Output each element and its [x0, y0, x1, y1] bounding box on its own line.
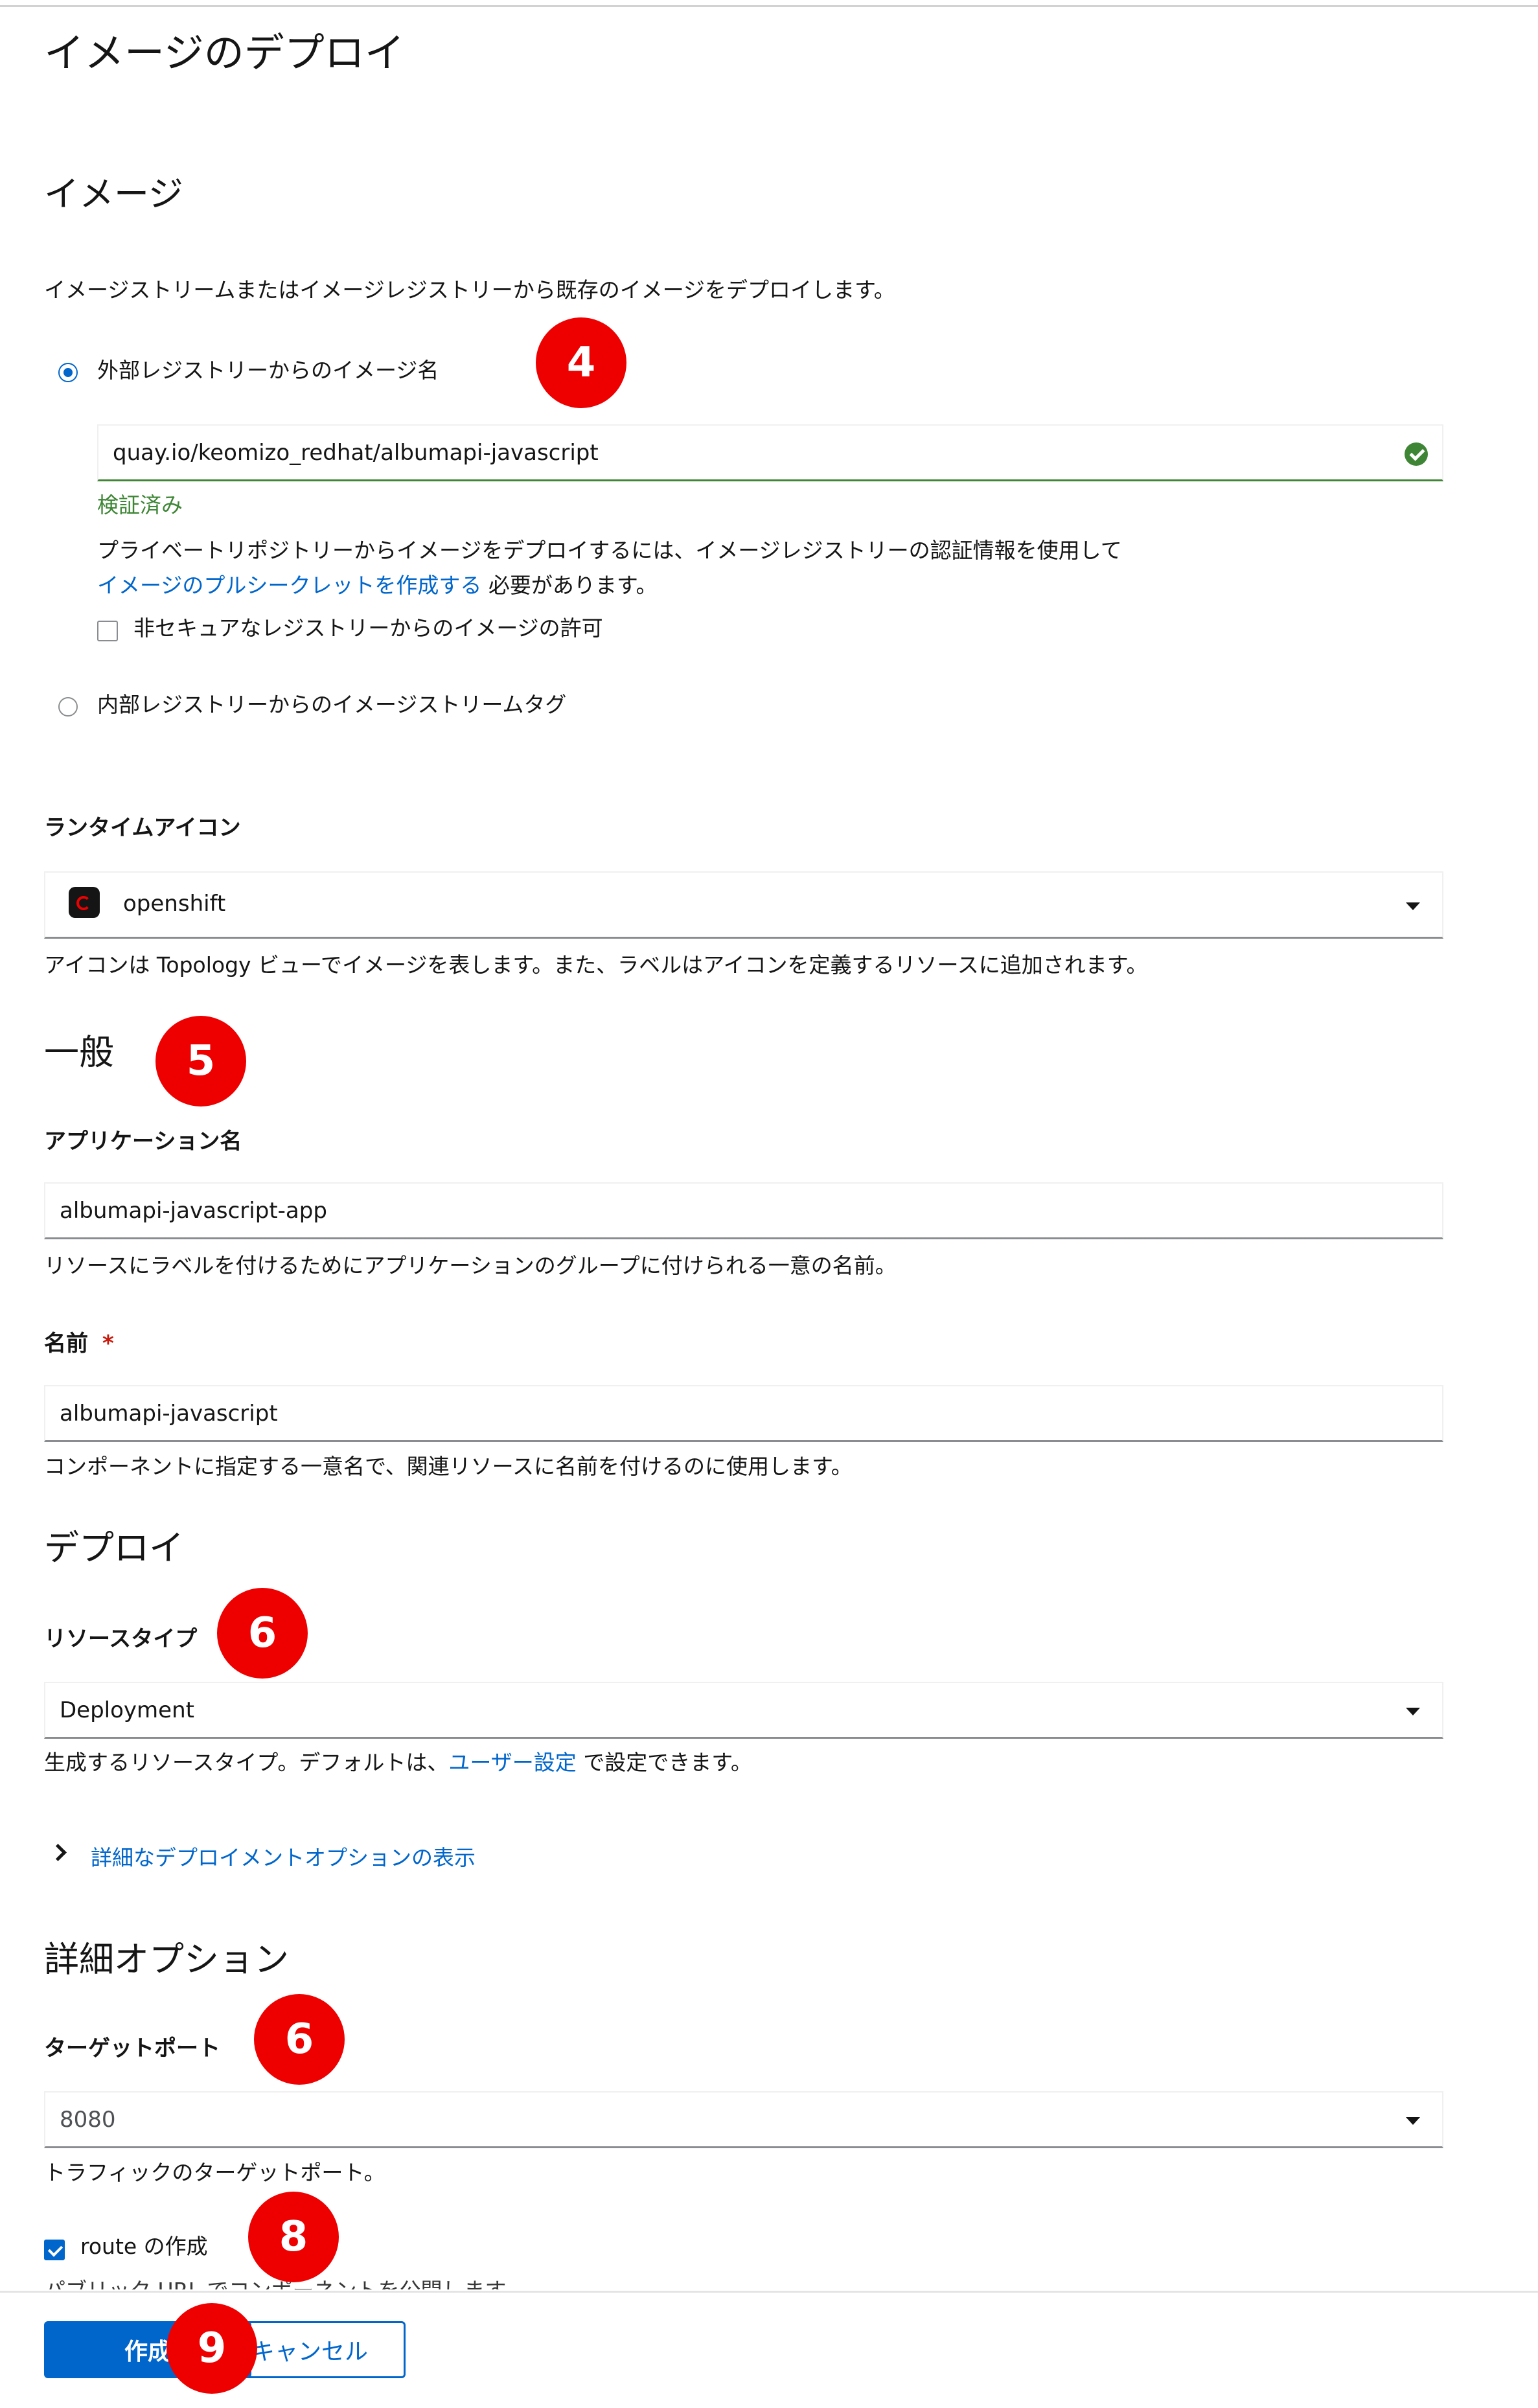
general-section-title: 一般 [44, 1032, 114, 1073]
resource-type-label: リソースタイプ [44, 1626, 198, 1652]
target-port-helper: トラフィックのターゲットポート。 [44, 2160, 385, 2185]
validated-text: 検証済み [97, 492, 183, 518]
internal-registry-radio[interactable] [58, 697, 78, 717]
chevron-right-icon[interactable] [49, 1844, 67, 1861]
external-registry-radio-label[interactable]: 外部レジストリーからのイメージ名 [97, 355, 439, 386]
callout-badge-6: 6 [217, 1588, 308, 1679]
pull-secret-help: プライベートリポジトリーからイメージをデプロイするには、イメージレジストリーの認… [97, 538, 1122, 563]
callout-badge-5: 5 [155, 1016, 246, 1107]
advanced-section-title: 詳細オプション [44, 1939, 289, 1980]
image-name-value: quay.io/keomizo_redhat/albumapi-javascri… [113, 440, 599, 466]
app-name-helper: リソースにラベルを付けるためにアプリケーションのグループに付けられる一意の名前。 [44, 1253, 897, 1278]
target-port-label: ターゲットポート [44, 2035, 220, 2061]
target-port-select[interactable]: 8080 [44, 2091, 1443, 2148]
create-pull-secret-link[interactable]: イメージのプルシークレットを作成する [97, 573, 481, 598]
runtime-icon-select[interactable]: openshift [44, 871, 1443, 939]
runtime-icon-value: openshift [123, 891, 226, 917]
runtime-icon-helper: アイコンは Topology ビューでイメージを表します。また、ラベルはアイコン… [44, 952, 1148, 978]
resource-type-select[interactable]: Deployment [44, 1682, 1443, 1739]
callout-badge-8: 8 [248, 2192, 339, 2282]
callout-badge-6b: 6 [254, 1994, 345, 2085]
resource-type-helper-text: 生成するリソースタイプ。デフォルトは、 [44, 1750, 449, 1775]
name-label-text: 名前 [44, 1331, 88, 1357]
resource-type-helper: 生成するリソースタイプ。デフォルトは、ユーザー設定 で設定できます。 [44, 1747, 752, 1778]
openshift-icon [69, 887, 100, 918]
footer-divider [0, 2291, 1538, 2293]
create-route-label[interactable]: route の作成 [80, 2231, 208, 2262]
page-title: イメージのデプロイ [44, 29, 405, 76]
callout-badge-4: 4 [536, 317, 626, 408]
required-mark: * [102, 1331, 114, 1357]
top-divider [0, 5, 1538, 7]
name-value: albumapi-javascript [60, 1401, 278, 1427]
callout-badge-9: 9 [166, 2303, 257, 2394]
chevron-down-icon [1406, 902, 1420, 910]
chevron-down-icon [1406, 2117, 1420, 2125]
external-registry-radio[interactable] [58, 363, 78, 382]
user-preferences-link[interactable]: ユーザー設定 [448, 1750, 576, 1775]
advanced-deployment-toggle[interactable]: 詳細なデプロイメントオプションの表示 [91, 1842, 476, 1874]
name-helper: コンポーネントに指定する一意名で、関連リソースに名前を付けるのに使用します。 [44, 1454, 853, 1479]
internal-registry-radio-label[interactable]: 内部レジストリーからのイメージストリームタグ [97, 689, 566, 720]
check-circle-icon [1405, 442, 1428, 466]
pull-secret-help-suffix: 必要があります。 [481, 573, 658, 598]
image-section-description: イメージストリームまたはイメージレジストリーから既存のイメージをデプロイします。 [44, 277, 895, 303]
create-route-checkbox[interactable] [44, 2240, 65, 2260]
image-name-input[interactable]: quay.io/keomizo_redhat/albumapi-javascri… [97, 424, 1443, 481]
app-name-input[interactable]: albumapi-javascript-app [44, 1182, 1443, 1239]
app-name-label: アプリケーション名 [44, 1129, 242, 1154]
target-port-value: 8080 [60, 2107, 116, 2133]
chevron-down-icon [1406, 1708, 1420, 1715]
runtime-icon-label: ランタイムアイコン [44, 815, 241, 841]
resource-type-value: Deployment [60, 1697, 194, 1723]
app-name-value: albumapi-javascript-app [60, 1198, 327, 1224]
allow-insecure-checkbox[interactable] [97, 621, 118, 641]
pull-secret-help-line2: イメージのプルシークレットを作成する 必要があります。 [97, 570, 658, 601]
resource-type-helper-suffix: で設定できます。 [576, 1750, 752, 1775]
deploy-section-title: デプロイ [44, 1528, 184, 1568]
image-section-title: イメージ [44, 174, 183, 214]
allow-insecure-label[interactable]: 非セキュアなレジストリーからのイメージの許可 [133, 613, 603, 644]
name-label: 名前 * [44, 1328, 114, 1359]
name-input[interactable]: albumapi-javascript [44, 1385, 1443, 1442]
